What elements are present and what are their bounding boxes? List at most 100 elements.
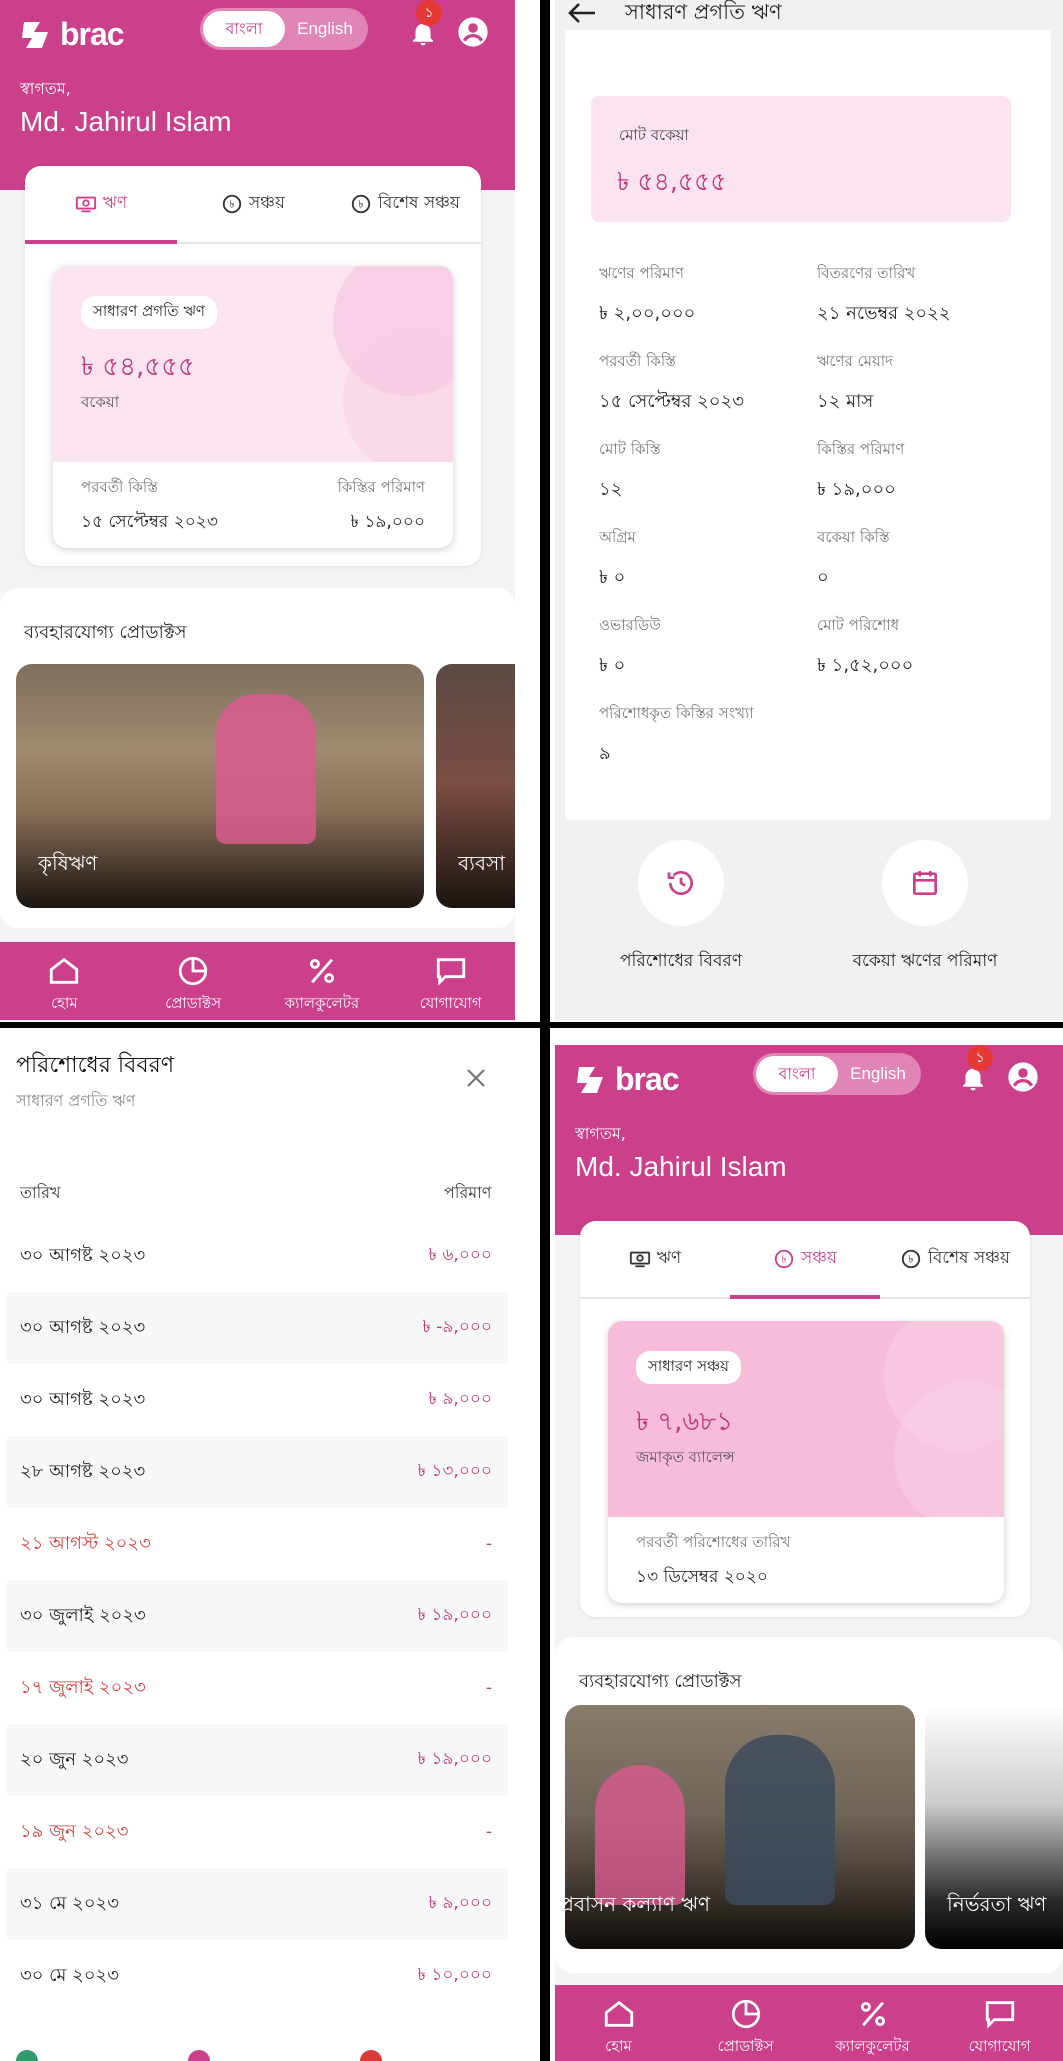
loan-summary-card[interactable]: সাধারণ প্রগতি ঋণ ৳ ৫৪,৫৫৫ বকেয়া পরবর্তী… [53, 266, 453, 548]
outstanding-amount-label: বকেয়া ঋণের পরিমাণ [852, 951, 998, 971]
field-label: ঋণের মেয়াদ [817, 352, 894, 370]
field-value: ৳ ০ [599, 655, 626, 676]
greeting-text: স্বাগতম, [20, 79, 71, 98]
tab-savings-label: সঞ্চয় [248, 193, 286, 213]
products-title: ব্যবহারযোগ্য প্রোডাক্টস [579, 1671, 742, 1692]
row-amount: ৳ ৯,০০০ [428, 1389, 492, 1409]
history-row-missed: ১৭ জুলাই ২০২৩ - [6, 1652, 508, 1724]
field-value: ৳ ১,৫২,০০০ [817, 655, 914, 676]
lang-bangla-option[interactable]: বাংলা [203, 11, 285, 47]
legend [16, 2050, 382, 2061]
field-label: মোট কিস্তি [599, 440, 661, 458]
products-section: ব্যবহারযোগ্য প্রোডাক্টস কৃষিঋণ ব্যবসা [0, 588, 515, 928]
nav-home[interactable]: হোম [0, 942, 129, 1020]
nav-home-label: হোম [605, 2037, 632, 2055]
nav-home[interactable]: হোম [555, 1985, 682, 2061]
row-amount: ৳ ১০,০০০ [417, 1965, 492, 1985]
field-label: কিস্তির পরিমাণ [817, 440, 905, 458]
loan-card-top: সাধারণ প্রগতি ঋণ ৳ ৫৪,৫৫৫ বকেয়া [53, 266, 453, 462]
home-icon [50, 957, 79, 984]
field-due-installments: বকেয়া কিস্তি ০ [817, 526, 1027, 594]
total-outstanding-label: মোট বকেয়া [619, 126, 689, 144]
collage-divider-horizontal [0, 1022, 1063, 1028]
row-amount: - [485, 1822, 492, 1842]
close-icon[interactable] [464, 1066, 488, 1090]
product-card-dependability[interactable]: নির্ভরতা ঋণ [925, 1705, 1063, 1949]
row-date: ২১ আগস্ট ২০২৩ [20, 1532, 151, 1554]
tab-loan[interactable]: ঋণ [580, 1221, 730, 1297]
loan-card-footer: পরবর্তী কিস্তি ১৫ সেপ্টেম্বর ২০২৩ কিস্তি… [53, 462, 453, 548]
row-amount: ৳ ১৩,০০০ [417, 1461, 492, 1481]
lang-english-option[interactable]: English [285, 19, 365, 39]
product-label: ব্যবসা [458, 851, 506, 875]
installment-amount-label: কিস্তির পরিমাণ [337, 478, 425, 496]
tab-savings[interactable]: ৳ সঞ্চয় [730, 1221, 880, 1299]
home-loan-screen: brac বাংলা English ১ স্বাগতম, Md. Jahiru… [0, 0, 515, 1020]
nav-calculator[interactable]: ক্যালকুলেটর [258, 942, 387, 1020]
field-paid-installments: পরিশোধকৃত কিস্তির সংখ্যা ৯ [599, 702, 899, 770]
special-savings-icon: ৳ [901, 1249, 921, 1269]
account-tabs: ঋণ ৳ সঞ্চয় ৳ বিশেষ সঞ্চয় [580, 1221, 1030, 1299]
history-row: ২৮ আগষ্ট ২০২৩ ৳ ১৩,০০০ [6, 1436, 508, 1508]
loan-detail-sheet: মোট বকেয়া ৳ ৫৪,৫৫৫ ঋণের পরিমাণ ৳ ২,০০,০০… [565, 30, 1051, 820]
tab-special-savings[interactable]: ৳ বিশেষ সঞ্চয় [880, 1221, 1030, 1297]
next-payment-value: ১৩ ডিসেম্বর ২০২০ [636, 1567, 768, 1587]
nav-contact-label: যোগাযোগ [419, 994, 482, 1012]
tab-savings[interactable]: ৳ সঞ্চয় [177, 166, 329, 242]
notification-badge: ১ [416, 0, 442, 26]
language-toggle[interactable]: বাংলা English [200, 8, 368, 50]
nav-products[interactable]: প্রোডাক্টস [129, 942, 258, 1020]
page-title: সাধারণ প্রগতি ঋণ [625, 0, 782, 24]
product-card-business[interactable]: ব্যবসা [436, 664, 515, 908]
language-toggle[interactable]: বাংলা English [753, 1053, 921, 1095]
savings-summary-card[interactable]: সাধারণ সঞ্চয় ৳ ৭,৬৮১ জমাকৃত ব্যালেন্স প… [608, 1321, 1004, 1603]
field-loan-amount: ঋণের পরিমাণ ৳ ২,০০,০০০ [599, 262, 809, 330]
tab-loan-label: ঋণ [102, 193, 128, 213]
back-arrow-icon[interactable] [565, 0, 599, 26]
legend-dot-partial [188, 2050, 210, 2061]
brac-logo-icon [577, 1066, 603, 1093]
lang-english-option[interactable]: English [838, 1064, 918, 1084]
row-amount: - [485, 1678, 492, 1698]
outstanding-amount-action[interactable]: বকেয়া ঋণের পরিমাণ [825, 840, 1025, 976]
brac-logo-icon [22, 21, 48, 48]
field-value: ১২ [599, 479, 623, 500]
account-icon[interactable] [457, 16, 489, 48]
lang-bangla-option[interactable]: বাংলা [756, 1056, 838, 1092]
nav-calculator[interactable]: ক্যালকুলেটর [809, 1985, 936, 2061]
field-label: বিতরণের তারিখ [817, 264, 916, 282]
row-amount: ৳ ১৯,০০০ [417, 1605, 493, 1625]
history-row-missed: ১৯ জুন ২০২৩ - [6, 1796, 508, 1868]
legend-dot-missed [360, 2050, 382, 2061]
field-label: পরিশোধকৃত কিস্তির সংখ্যা [599, 704, 754, 722]
account-tabs: ঋণ ৳ সঞ্চয় ৳ বিশেষ সঞ্চয় [25, 166, 481, 244]
special-savings-icon: ৳ [351, 194, 371, 214]
loan-detail-screen: সাধারণ প্রগতি ঋণ মোট বকেয়া ৳ ৫৪,৫৫৫ ঋণে… [555, 0, 1063, 1020]
column-amount-header: পরিমাণ [444, 1183, 492, 1202]
field-total-paid: মোট পরিশোধ ৳ ১,৫২,০০০ [817, 614, 1027, 682]
loan-icon [629, 1251, 650, 1268]
outstanding-amount-button[interactable] [882, 840, 968, 926]
field-advance: অগ্রিম ৳ ০ [599, 526, 809, 594]
field-value: ০ [817, 567, 829, 588]
installment-amount: কিস্তির পরিমাণ ৳ ১৯,০০০ [338, 476, 425, 534]
product-card-agri[interactable]: কৃষিঋণ [16, 664, 424, 908]
field-value: ৳ ২,০০,০০০ [599, 303, 696, 324]
tab-loan[interactable]: ঋণ [25, 166, 177, 244]
payment-history-action[interactable]: পরিশোধের বিবরণ [581, 840, 781, 976]
nav-products[interactable]: প্রোডাক্টস [682, 1985, 809, 2061]
history-row: ২০ জুন ২০২৩ ৳ ১৯,০০০ [6, 1724, 508, 1796]
tab-special-savings[interactable]: ৳ বিশেষ সঞ্চয় [329, 166, 481, 242]
account-card: ঋণ ৳ সঞ্চয় ৳ বিশেষ সঞ্চয় সাধারণ প্রগতি… [25, 166, 481, 566]
row-date: ৩১ মে ২০২৩ [20, 1892, 119, 1914]
product-card-migrant[interactable]: প্রবাসন কল্যাণ ঋণ [565, 1705, 915, 1949]
row-date: ২৮ আগষ্ট ২০২৩ [20, 1460, 146, 1482]
next-payment-label: পরবর্তী পরিশোধের তারিখ [636, 1533, 791, 1551]
history-row: ৩০ আগষ্ট ২০২৩ ৳ ৯,০০০ [6, 1364, 508, 1436]
next-installment-label: পরবর্তী কিস্তি [81, 478, 158, 496]
loan-icon [75, 196, 96, 213]
payment-history-button[interactable] [638, 840, 724, 926]
nav-contact[interactable]: যোগাযোগ [936, 1985, 1063, 2061]
nav-contact[interactable]: যোগাযোগ [386, 942, 515, 1020]
account-icon[interactable] [1007, 1061, 1039, 1093]
